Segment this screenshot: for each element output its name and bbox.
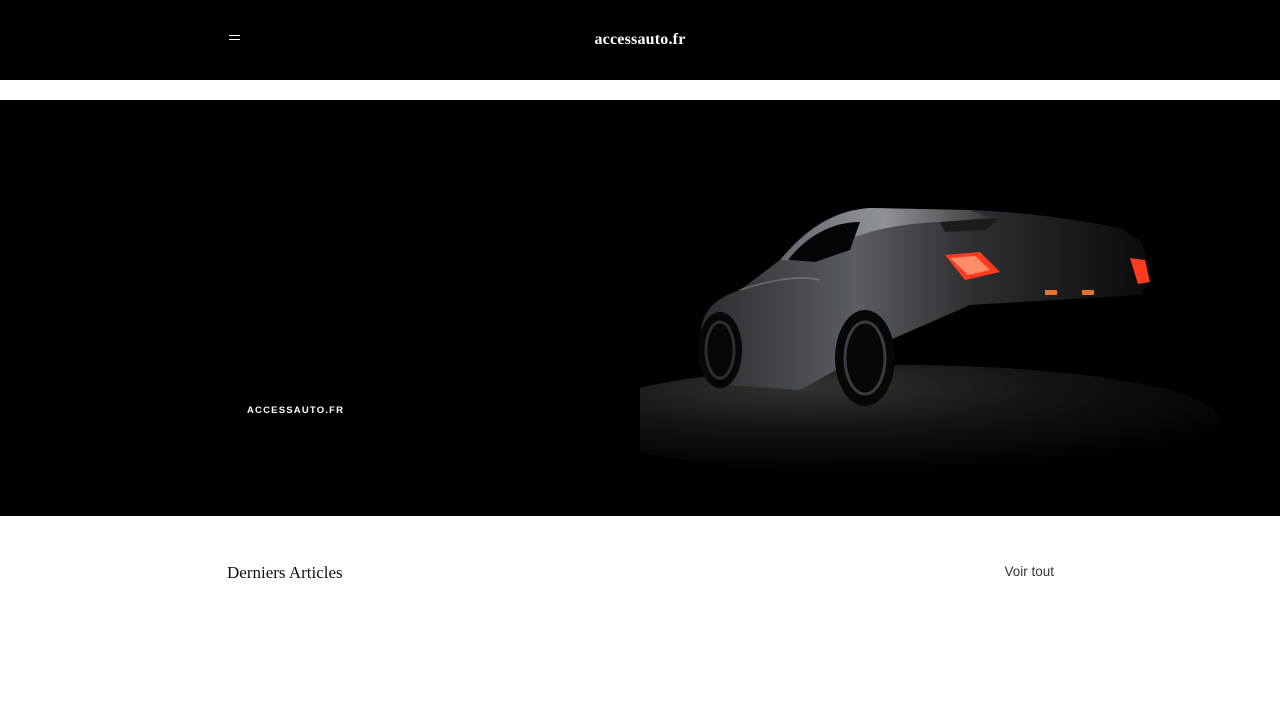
car-image — [640, 100, 1280, 516]
site-header: accessauto.fr — [0, 0, 1280, 80]
see-all-link[interactable]: Voir tout — [980, 564, 1054, 579]
latest-articles-title: Derniers Articles — [227, 563, 343, 582]
site-logo[interactable]: accessauto.fr — [540, 31, 740, 49]
hero-banner: ACCESSAUTO.FR — [0, 100, 1280, 516]
hamburger-menu-icon[interactable] — [226, 31, 244, 45]
hero-tagline: ACCESSAUTO.FR — [247, 405, 345, 416]
